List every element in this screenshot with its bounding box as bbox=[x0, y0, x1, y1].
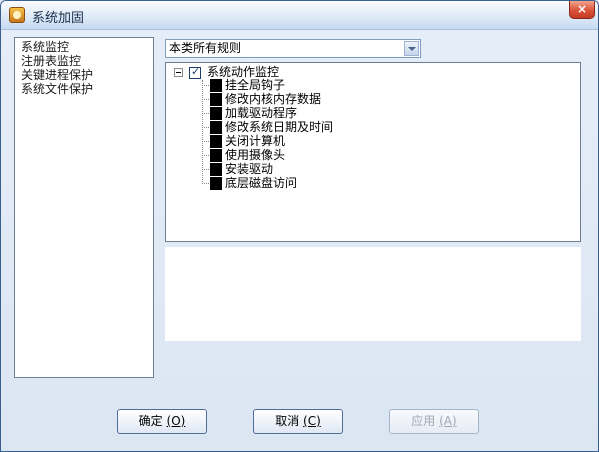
category-item-file-protection[interactable]: 系统文件保护 bbox=[21, 82, 93, 96]
ok-button-label: 确定 bbox=[138, 414, 163, 428]
collapse-toggle-icon[interactable] bbox=[174, 68, 183, 77]
rule-checkbox[interactable] bbox=[210, 163, 222, 176]
tree-item-label[interactable]: 挂全局钩子 bbox=[225, 78, 285, 92]
system-hardening-dialog: 系统加固 × 系统监控 注册表监控 关键进程保护 系统文件保护 本类所有规则 系… bbox=[0, 0, 599, 452]
rule-filter-select[interactable]: 本类所有规则 bbox=[165, 39, 421, 58]
tree-item-label[interactable]: 修改系统日期及时间 bbox=[225, 120, 333, 134]
rule-checkbox[interactable] bbox=[210, 149, 222, 162]
tree-item-label[interactable]: 使用摄像头 bbox=[225, 148, 285, 162]
tree-connector bbox=[202, 80, 203, 182]
ok-button[interactable]: 确定 (O) bbox=[117, 409, 207, 434]
rule-checkbox[interactable] bbox=[210, 177, 222, 190]
tree-item-label[interactable]: 修改内核内存数据 bbox=[225, 92, 321, 106]
rule-checkbox[interactable] bbox=[210, 79, 222, 92]
apply-button-label: 应用 bbox=[411, 414, 436, 428]
tree-item-label[interactable]: 关闭计算机 bbox=[225, 134, 285, 148]
category-list: 系统监控 注册表监控 关键进程保护 系统文件保护 bbox=[14, 37, 154, 378]
category-item-registry-monitor[interactable]: 注册表监控 bbox=[21, 54, 81, 68]
tree-item-label[interactable]: 安装驱动 bbox=[225, 162, 273, 176]
ok-button-hotkey: (O) bbox=[166, 414, 186, 428]
rule-filter-value: 本类所有规则 bbox=[169, 41, 242, 55]
rule-tree: 系统动作监控 挂全局钩子 修改内核内存数据 加载驱动程序 修改系统日期及时间 关… bbox=[165, 62, 581, 242]
apply-button[interactable]: 应用 (A) bbox=[389, 409, 479, 434]
root-rule-checkbox[interactable] bbox=[189, 65, 201, 79]
rule-checkbox[interactable] bbox=[210, 93, 222, 106]
chevron-down-icon[interactable] bbox=[404, 41, 419, 56]
window-title: 系统加固 bbox=[32, 11, 85, 26]
tree-item-label[interactable]: 底层磁盘访问 bbox=[225, 176, 297, 190]
cancel-button-label: 取消 bbox=[275, 414, 300, 428]
category-item-process-protection[interactable]: 关键进程保护 bbox=[21, 68, 93, 82]
rule-checkbox[interactable] bbox=[210, 135, 222, 148]
rule-checkbox[interactable] bbox=[210, 121, 222, 134]
close-button[interactable]: × bbox=[569, 1, 595, 19]
cancel-button-hotkey: (C) bbox=[303, 414, 321, 428]
apply-button-hotkey: (A) bbox=[439, 414, 457, 428]
rule-description-panel bbox=[165, 247, 581, 341]
title-bar[interactable]: 系统加固 × bbox=[1, 1, 598, 30]
cancel-button[interactable]: 取消 (C) bbox=[253, 409, 343, 434]
category-item-system-monitor[interactable]: 系统监控 bbox=[21, 40, 69, 54]
tree-root-label[interactable]: 系统动作监控 bbox=[207, 65, 279, 79]
rule-checkbox[interactable] bbox=[210, 107, 222, 120]
shield-app-icon bbox=[9, 7, 25, 23]
tree-item-label[interactable]: 加载驱动程序 bbox=[225, 106, 297, 120]
